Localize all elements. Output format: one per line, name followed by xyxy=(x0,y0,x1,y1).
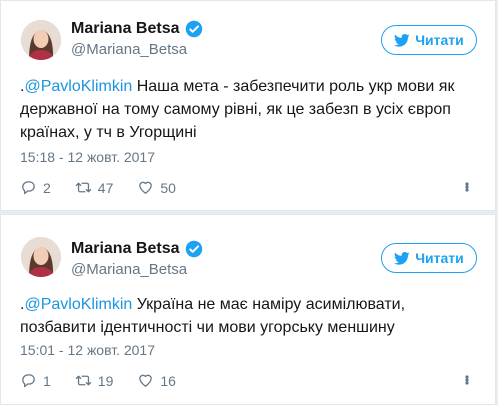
tweet-timestamp[interactable]: 15:18 - 12 жовт. 2017 xyxy=(20,149,155,165)
twitter-bird-icon xyxy=(394,251,410,265)
like-button[interactable]: 16 xyxy=(137,372,176,389)
avatar[interactable] xyxy=(21,20,61,60)
tweet-card: Mariana Betsa @Mariana_Betsa Читати .@Pa… xyxy=(0,0,496,211)
heart-icon xyxy=(139,181,153,194)
mention-link[interactable]: @PavloKlimkin xyxy=(24,78,132,95)
heart-icon xyxy=(139,374,153,387)
reply-count: 2 xyxy=(43,179,51,196)
retweet-icon xyxy=(75,375,92,386)
author-name[interactable]: Mariana Betsa xyxy=(71,239,180,259)
verified-badge-icon xyxy=(185,20,202,38)
more-options-icon[interactable] xyxy=(459,179,475,195)
reply-icon xyxy=(22,181,35,195)
avatar[interactable] xyxy=(21,237,61,277)
retweet-button[interactable]: 19 xyxy=(75,372,114,389)
more-options-icon[interactable] xyxy=(459,372,475,388)
reply-button[interactable]: 2 xyxy=(20,179,51,196)
reply-count: 1 xyxy=(43,372,51,389)
verified-badge-icon xyxy=(185,240,202,258)
like-count: 50 xyxy=(160,179,176,196)
retweet-icon xyxy=(75,182,92,193)
retweet-count: 19 xyxy=(97,372,114,389)
reply-button[interactable]: 1 xyxy=(20,372,51,389)
tweet-text: .@PavloKlimkin Україна не має наміру аси… xyxy=(20,293,481,339)
author-name[interactable]: Mariana Betsa xyxy=(71,19,180,39)
author-handle[interactable]: @Mariana_Betsa xyxy=(71,41,187,59)
mention-link[interactable]: @PavloKlimkin xyxy=(24,296,132,313)
twitter-bird-icon xyxy=(394,33,410,47)
follow-button[interactable]: Читати xyxy=(381,25,477,55)
like-button[interactable]: 50 xyxy=(137,179,176,196)
tweet-text: .@PavloKlimkin Наша мета - забезпечити р… xyxy=(20,75,481,144)
follow-button[interactable]: Читати xyxy=(381,243,477,273)
retweet-count: 47 xyxy=(97,179,114,196)
retweet-button[interactable]: 47 xyxy=(75,179,114,196)
follow-button-label: Читати xyxy=(415,250,464,266)
reply-icon xyxy=(22,374,35,388)
tweet-timestamp[interactable]: 15:01 - 12 жовт. 2017 xyxy=(20,342,155,358)
like-count: 16 xyxy=(160,372,176,389)
tweet-card: Mariana Betsa @Mariana_Betsa Читати .@Pa… xyxy=(0,214,496,405)
follow-button-label: Читати xyxy=(415,32,464,48)
author-handle[interactable]: @Mariana_Betsa xyxy=(71,261,187,279)
